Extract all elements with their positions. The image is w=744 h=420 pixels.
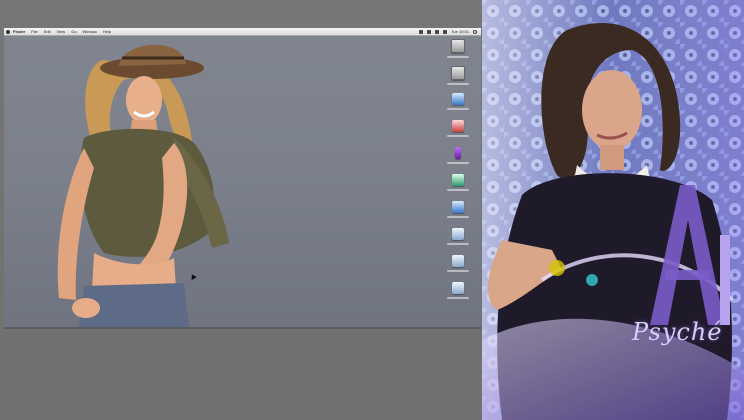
wallpaper-title-graphic [650, 185, 730, 325]
right-monitor: Psyché [482, 0, 744, 420]
desktop-icon-label [447, 135, 469, 137]
apple-menu-icon[interactable] [6, 29, 10, 34]
wifi-icon[interactable] [427, 29, 432, 34]
desktop-icon[interactable] [445, 64, 471, 91]
wallpaper-subtitle: Psyché [632, 318, 723, 346]
desktop-icon[interactable] [445, 172, 471, 199]
app-icon [452, 120, 464, 132]
disk-image-icon [452, 228, 464, 240]
bluetooth-icon[interactable] [419, 29, 424, 34]
drive-icon [451, 39, 465, 53]
desktop-icon[interactable] [445, 280, 471, 307]
desktop-icon-label [447, 243, 469, 245]
desktop-icon-label [447, 189, 469, 191]
app-icon [452, 201, 464, 213]
desktop-icon-label [447, 297, 469, 299]
left-monitor: Finder File Edit View Go Window Help Tue 10:01 [0, 0, 482, 420]
desktop-icon[interactable] [445, 118, 471, 145]
volume-icon[interactable] [435, 29, 440, 34]
app-icon [452, 93, 464, 105]
desktop-icon-label [447, 216, 469, 218]
spotlight-icon[interactable] [473, 29, 477, 34]
desktop-icon-label [447, 108, 469, 110]
disk-image-icon [452, 255, 464, 267]
menu-file[interactable]: File [31, 29, 37, 34]
desktop-icon[interactable] [445, 91, 471, 118]
menu-edit[interactable]: Edit [44, 29, 51, 34]
menu-extras: Tue 10:01 [419, 29, 481, 34]
battery-icon[interactable] [443, 29, 448, 34]
desktop-icon-label [447, 56, 469, 58]
desktop-icon[interactable] [445, 37, 471, 64]
desktop-icons-column [445, 37, 471, 307]
wallpaper-portrait [57, 44, 229, 327]
desktop-icon-label [447, 270, 469, 272]
desktop-gap [0, 330, 482, 420]
menu-clock[interactable]: Tue 10:01 [451, 29, 469, 34]
menu-view[interactable]: View [57, 29, 66, 34]
desktop-icon-label [447, 162, 469, 164]
menu-bar: Finder File Edit View Go Window Help Tue 10:01 [4, 28, 481, 36]
time-machine-icon [452, 174, 464, 186]
drive-icon [451, 66, 465, 80]
menu-window[interactable]: Window [83, 29, 97, 34]
menu-finder[interactable]: Finder [13, 29, 25, 34]
desktop-icon[interactable] [445, 145, 471, 172]
disk-image-icon [452, 282, 464, 294]
desktop-icon-label [447, 83, 469, 85]
desktop-icon[interactable] [445, 253, 471, 280]
desktop[interactable]: Finder File Edit View Go Window Help Tue 10:01 [4, 28, 481, 329]
ipod-icon [455, 147, 461, 159]
desktop-icon[interactable] [445, 226, 471, 253]
menu-go[interactable]: Go [71, 29, 76, 34]
desktop-icon[interactable] [445, 199, 471, 226]
menu-help[interactable]: Help [103, 29, 111, 34]
